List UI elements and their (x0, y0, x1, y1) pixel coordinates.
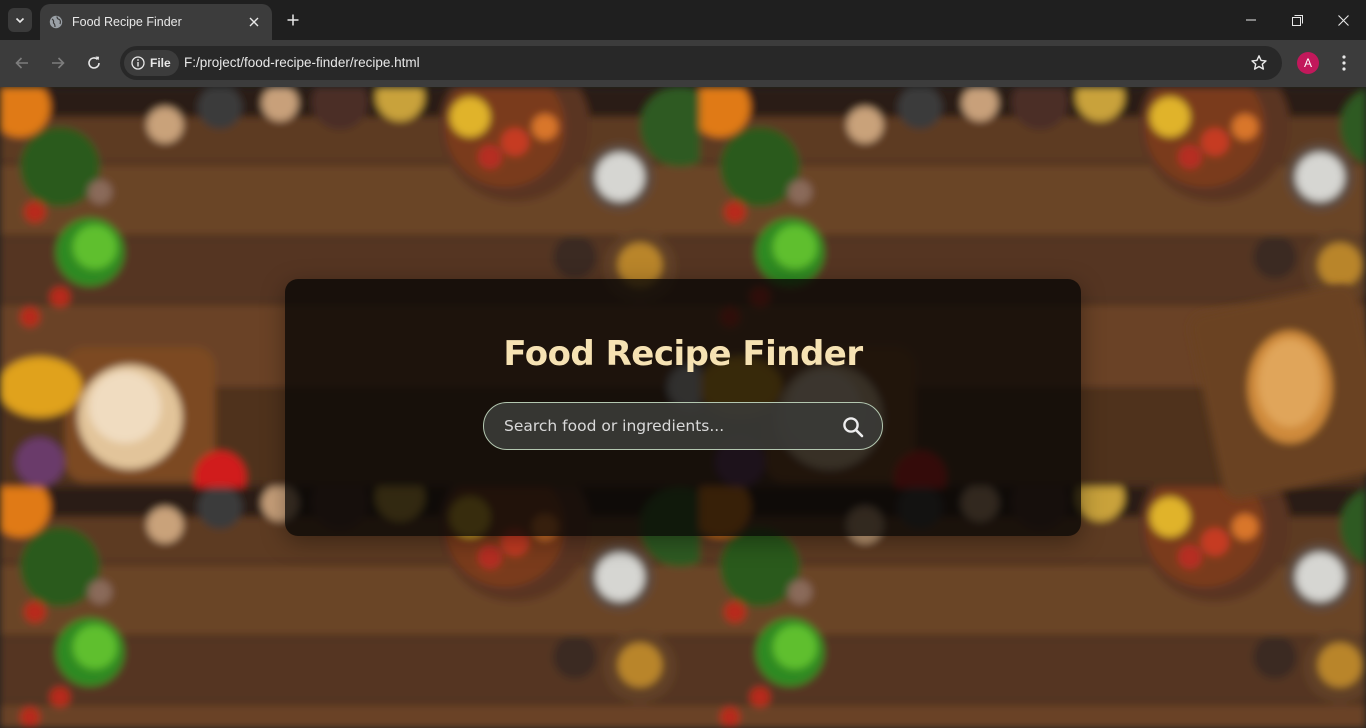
arrow-right-icon (52, 57, 65, 69)
close-icon (1337, 14, 1349, 26)
active-tab[interactable]: Food Recipe Finder (40, 4, 272, 40)
profile-avatar[interactable]: A (1297, 52, 1319, 74)
restore-button[interactable] (1274, 0, 1320, 40)
search-icon (843, 417, 864, 438)
back-button[interactable] (10, 51, 34, 75)
reload-icon (88, 56, 100, 69)
reload-button[interactable] (82, 51, 106, 75)
arrow-left-icon (15, 57, 28, 69)
address-bar[interactable]: File F:/project/food-recipe-finder/recip… (120, 46, 1282, 80)
restore-icon (1291, 14, 1303, 26)
browser-toolbar: File F:/project/food-recipe-finder/recip… (0, 40, 1366, 87)
page-viewport: Food Recipe Finder (0, 87, 1366, 728)
search-box (483, 402, 883, 450)
browser-menu-button[interactable] (1332, 51, 1356, 75)
forward-button[interactable] (46, 51, 70, 75)
minimize-icon (1246, 19, 1256, 21)
url-text[interactable]: F:/project/food-recipe-finder/recipe.htm… (184, 55, 420, 70)
site-info-chip[interactable]: File (124, 50, 179, 76)
bookmark-star-icon[interactable] (1250, 54, 1268, 72)
plus-icon (287, 14, 299, 26)
search-input[interactable] (504, 403, 834, 449)
search-card: Food Recipe Finder (285, 279, 1081, 536)
search-button[interactable] (841, 415, 865, 439)
close-window-button[interactable] (1320, 0, 1366, 40)
tab-title: Food Recipe Finder (72, 15, 182, 29)
minimize-button[interactable] (1228, 0, 1274, 40)
tab-strip: Food Recipe Finder (0, 0, 1366, 40)
more-vertical-icon (1342, 55, 1346, 71)
tab-search-button[interactable] (8, 8, 32, 32)
site-info-label: File (150, 56, 171, 70)
new-tab-button[interactable] (281, 8, 305, 32)
close-icon (249, 17, 259, 27)
chevron-down-icon (15, 17, 25, 24)
info-icon (131, 56, 145, 70)
close-tab-button[interactable] (244, 12, 264, 32)
page-title: Food Recipe Finder (503, 334, 863, 374)
globe-icon (49, 15, 63, 29)
